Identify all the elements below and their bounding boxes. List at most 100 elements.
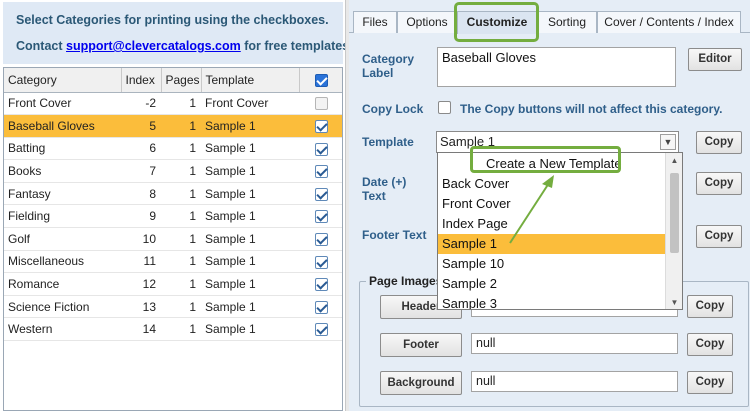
cell-print: [299, 159, 342, 183]
cell-category: Fantasy: [4, 182, 121, 206]
scroll-down-icon[interactable]: ▼: [666, 296, 682, 309]
copy-lock-checkbox[interactable]: [438, 101, 451, 114]
background-image-copy-button[interactable]: Copy: [687, 371, 733, 394]
cell-template: Sample 1: [201, 182, 299, 206]
print-checkbox[interactable]: [315, 120, 328, 134]
print-checkbox[interactable]: [315, 233, 328, 247]
table-header-row: Category Index Pages Template: [4, 68, 342, 93]
dropdown-scrollbar[interactable]: ▲ ▼: [665, 153, 682, 309]
tab-sorting[interactable]: Sorting: [537, 11, 597, 33]
cell-print: [299, 227, 342, 251]
tab-files[interactable]: Files: [353, 11, 397, 33]
table-row[interactable]: Front Cover -2 1 Front Cover: [4, 92, 342, 116]
tab-options[interactable]: Options: [397, 11, 457, 33]
cell-index: 6: [121, 137, 161, 161]
table-row[interactable]: Fielding 9 1 Sample 1: [4, 204, 342, 229]
dropdown-item[interactable]: Sample 3: [438, 294, 666, 309]
cell-print: [299, 137, 342, 161]
table-row[interactable]: Golf 10 1 Sample 1: [4, 227, 342, 251]
column-header-select-all[interactable]: [299, 68, 342, 93]
print-checkbox[interactable]: [315, 165, 328, 179]
date-text-caption: Date (+) Text: [362, 175, 407, 203]
cell-category: Front Cover: [4, 92, 121, 116]
column-header-category[interactable]: Category: [4, 68, 122, 93]
template-copy-button[interactable]: Copy: [696, 131, 742, 154]
editor-button[interactable]: Editor: [688, 48, 742, 71]
footer-image-field[interactable]: null: [471, 333, 678, 354]
dropdown-item[interactable]: Front Cover: [438, 194, 666, 214]
table-row[interactable]: Western 14 1 Sample 1: [4, 317, 342, 342]
print-checkbox[interactable]: [315, 278, 328, 292]
table-row[interactable]: Romance 12 1 Sample 1: [4, 272, 342, 296]
dropdown-item[interactable]: Sample 1: [438, 234, 666, 254]
settings-panel: Files Options Customize Sorting Cover / …: [349, 0, 750, 411]
scroll-thumb[interactable]: [670, 173, 679, 253]
header-image-copy-button[interactable]: Copy: [687, 295, 733, 318]
cell-print: [299, 272, 342, 296]
footer-text-copy-button[interactable]: Copy: [696, 225, 742, 248]
footer-text-caption: Footer Text: [362, 228, 427, 242]
column-header-template[interactable]: Template: [201, 68, 300, 93]
cell-pages: 1: [161, 250, 201, 274]
cell-index: 8: [121, 182, 161, 206]
category-label-input[interactable]: Baseball Gloves: [437, 47, 676, 87]
print-checkbox[interactable]: [315, 255, 328, 269]
cell-pages: 1: [161, 227, 201, 251]
cell-print: [299, 114, 342, 138]
table-row[interactable]: Science Fiction 13 1 Sample 1: [4, 295, 342, 319]
cell-pages: 1: [161, 317, 201, 342]
cell-pages: 1: [161, 272, 201, 296]
tab-cover-contents-index[interactable]: Cover / Contents / Index: [597, 11, 741, 33]
cell-index: 9: [121, 204, 161, 229]
footer-image-copy-button[interactable]: Copy: [687, 333, 733, 356]
table-row[interactable]: Fantasy 8 1 Sample 1: [4, 182, 342, 206]
cell-template: Sample 1: [201, 272, 299, 296]
column-header-index[interactable]: Index: [121, 68, 162, 93]
footer-image-button[interactable]: Footer: [380, 333, 462, 357]
category-panel: Select Categories for printing using the…: [0, 0, 353, 411]
dropdown-item[interactable]: Sample 10: [438, 254, 666, 274]
contact-suffix: for free templates.: [244, 39, 353, 53]
cell-pages: 1: [161, 182, 201, 206]
create-template-highlight: [470, 146, 621, 173]
cell-template: Sample 1: [201, 137, 299, 161]
print-checkbox[interactable]: [315, 323, 328, 337]
cell-index: 14: [121, 317, 161, 342]
cell-category: Golf: [4, 227, 121, 251]
print-checkbox[interactable]: [315, 210, 328, 224]
dropdown-item[interactable]: Sample 2: [438, 274, 666, 294]
table-row[interactable]: Batting 6 1 Sample 1: [4, 137, 342, 161]
print-checkbox[interactable]: [315, 187, 328, 201]
background-image-field[interactable]: null: [471, 371, 678, 392]
print-checkbox[interactable]: [315, 142, 328, 156]
cell-index: 12: [121, 272, 161, 296]
cell-index: -2: [121, 92, 161, 116]
support-email-link[interactable]: support@clevercatalogs.com: [66, 39, 241, 53]
dropdown-item[interactable]: Back Cover: [438, 174, 666, 194]
print-checkbox[interactable]: [315, 97, 328, 111]
cell-category: Baseball Gloves: [4, 114, 121, 138]
cell-category: Books: [4, 159, 121, 183]
background-image-button[interactable]: Background: [380, 371, 462, 395]
customize-tab-highlight: [454, 2, 539, 42]
date-text-copy-button[interactable]: Copy: [696, 172, 742, 195]
info-box: Select Categories for printing using the…: [3, 2, 353, 64]
chevron-down-icon[interactable]: ▼: [660, 134, 676, 150]
table-row[interactable]: Miscellaneous 11 1 Sample 1: [4, 250, 342, 274]
contact-prefix: Contact: [16, 39, 63, 53]
cell-template: Sample 1: [201, 250, 299, 274]
column-header-pages[interactable]: Pages: [161, 68, 202, 93]
scroll-up-icon[interactable]: ▲: [666, 154, 682, 168]
print-checkbox[interactable]: [315, 300, 328, 314]
cell-category: Science Fiction: [4, 295, 121, 319]
dropdown-item[interactable]: Index Page: [438, 214, 666, 234]
cell-print: [299, 204, 342, 229]
cell-category: Fielding: [4, 204, 121, 229]
cell-pages: 1: [161, 114, 201, 138]
cell-pages: 1: [161, 204, 201, 229]
cell-category: Miscellaneous: [4, 250, 121, 274]
select-all-checkbox[interactable]: [315, 73, 329, 87]
table-row[interactable]: Books 7 1 Sample 1: [4, 159, 342, 183]
info-instructions: Select Categories for printing using the…: [16, 13, 329, 27]
table-row[interactable]: Baseball Gloves 5 1 Sample 1: [4, 114, 342, 138]
